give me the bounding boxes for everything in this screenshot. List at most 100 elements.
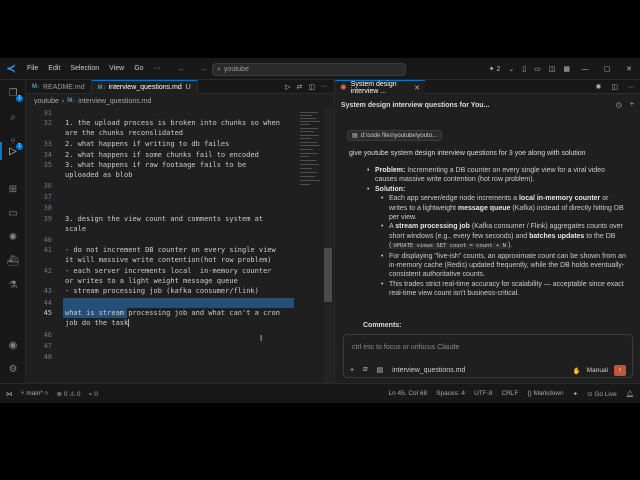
input-right-controls: ✋ Manual ↑	[573, 365, 626, 376]
copilot-status-icon[interactable]: ✦	[573, 390, 578, 398]
code-line: 47	[26, 341, 296, 351]
copilot-count: 2	[496, 66, 501, 73]
run-debug-icon[interactable]: ▷	[4, 142, 22, 160]
menu-selection[interactable]: Selection	[65, 65, 104, 72]
minimap[interactable]	[298, 108, 322, 383]
close-icon[interactable]: ✕	[622, 65, 636, 73]
line-number: 35	[43, 161, 52, 169]
docker-icon[interactable]: ⛴	[4, 252, 22, 270]
command-center-search[interactable]: ⌕ youtube	[212, 63, 406, 76]
input-toolbar: + ⧄ ▤ interview_questions.md	[350, 366, 465, 374]
tab-claude-chat[interactable]: ✺ System design interview ... ✕	[335, 80, 425, 95]
history-icon[interactable]: ◷	[616, 101, 622, 109]
compare-icon[interactable]: ⇄	[297, 83, 303, 91]
line-number: 42	[43, 267, 52, 275]
maximize-icon[interactable]: ▢	[600, 65, 614, 73]
text-bold: local in-memory counter	[518, 195, 601, 203]
minimize-icon[interactable]: —	[578, 66, 592, 73]
language-mode[interactable]: {} Markdown	[527, 390, 563, 398]
branch-indicator[interactable]: ⑂ main* ⟳	[21, 390, 49, 398]
minimap-line	[300, 145, 320, 146]
conversation-title[interactable]: System design interview questions for Yo…	[341, 102, 489, 109]
layout-split-icon[interactable]: ◫	[549, 65, 556, 73]
notifications-bell-icon[interactable]: 🔔︎	[626, 390, 634, 398]
more-actions-icon[interactable]: ···	[628, 84, 635, 91]
tab-label: README.md	[43, 83, 85, 91]
explorer-icon[interactable]: ❐ 1	[4, 84, 23, 102]
line-text: - stream processing job (kafka consumer/…	[65, 287, 259, 295]
nav-back-forward-icon[interactable]: ← →	[178, 64, 214, 73]
language-label: Markdown	[533, 389, 564, 397]
line-text: - each server increments local in-memory…	[65, 267, 272, 275]
panel-actions: ✺ ◫ ···	[596, 80, 636, 94]
split-editor-icon[interactable]: ◫	[611, 83, 618, 91]
remote-icon[interactable]: ⋈	[6, 390, 13, 398]
code-editor[interactable]: 31 32 1. the upload process is broken int…	[26, 108, 296, 383]
layout-sidebar-icon[interactable]: ▯	[522, 65, 526, 73]
activity-bar: ❐ 1 ⌕ ⑂ 1 ▷ ⊞ ▭ ✺ ⛴ ⚗ ◉ ⚙	[0, 80, 26, 383]
code-line: 31	[26, 108, 296, 118]
menu-edit[interactable]: Edit	[43, 65, 65, 72]
line-number: 44	[43, 299, 52, 307]
testing-icon[interactable]: ⚗	[4, 276, 22, 294]
chat-input[interactable]: ctrl esc to focus or unfocus Claude + ⧄ …	[343, 334, 633, 378]
line-text-with-cursor: job do the task	[65, 318, 130, 328]
menu-more-icon[interactable]: ···	[149, 65, 166, 72]
tab-label: interview_questions.md	[108, 84, 182, 91]
close-icon[interactable]: ✕	[414, 84, 420, 92]
menu-view[interactable]: View	[104, 65, 129, 72]
tab-readme[interactable]: M↓ README.md	[26, 80, 92, 94]
breadcrumb-folder[interactable]: youtube	[34, 98, 59, 105]
mode-selector[interactable]: Manual	[587, 367, 608, 374]
menu-go[interactable]: Go	[129, 65, 148, 72]
line-text: 3. what happens if raw footaage fails to…	[65, 161, 247, 169]
minimap-line	[300, 131, 314, 132]
input-file-label[interactable]: interview_questions.md	[392, 367, 465, 374]
account-icon[interactable]: ◉	[4, 336, 22, 354]
more-actions-icon[interactable]: ···	[321, 83, 328, 90]
add-attachment-icon[interactable]: +	[350, 367, 354, 374]
list-item: Problem: Incrementing a DB counter on ev…	[365, 166, 627, 185]
text-bold: batches updates	[529, 232, 585, 240]
claude-logo-icon[interactable]: ✺	[596, 83, 602, 91]
warning-count: 0	[76, 390, 81, 398]
cursor-position[interactable]: Ln 45, Col 68	[388, 390, 427, 398]
problems-indicator[interactable]: ⊗ 0 ⚠ 0	[57, 390, 81, 398]
conversation-actions: ◷ +	[616, 101, 634, 109]
copilot-icon[interactable]: ✦ 2	[489, 65, 501, 73]
go-live-button[interactable]: ⊙ Go Live	[587, 390, 617, 398]
menu-file[interactable]: File	[22, 65, 43, 72]
problem-text: Incrementing a DB counter on every singl…	[375, 167, 605, 184]
encoding[interactable]: UTF-8	[474, 390, 492, 398]
layout-customize-icon[interactable]: ▦	[563, 65, 570, 73]
new-chat-icon[interactable]: +	[630, 101, 634, 109]
vertical-scrollbar-thumb[interactable]	[324, 248, 332, 302]
code-line: it will massive write contention(hot row…	[26, 255, 296, 265]
run-icon[interactable]: ▷	[285, 83, 290, 91]
vertical-scrollbar-track[interactable]	[324, 108, 332, 383]
minimap-line	[300, 128, 318, 129]
tab-interview-questions[interactable]: M↓ interview_questions.md U	[91, 80, 198, 94]
send-button[interactable]: ↑	[614, 365, 626, 376]
layout-panel-icon[interactable]: ▭	[534, 65, 541, 73]
indentation[interactable]: Spaces: 4	[436, 390, 465, 398]
ports-icon[interactable]: ⌁ 0	[89, 390, 98, 398]
minimap-line	[300, 160, 316, 161]
claude-icon[interactable]: ✺	[4, 228, 22, 246]
line-text: uploaded as blob	[65, 171, 133, 179]
text-bold: stream processing job	[395, 223, 470, 231]
extensions-icon[interactable]: ⊞	[4, 180, 22, 198]
chevron-down-icon[interactable]: ⌄	[508, 65, 514, 73]
breadcrumb-file[interactable]: interview_questions.md	[78, 98, 151, 105]
remote-explorer-icon[interactable]: ▭	[4, 204, 22, 222]
slash-command-icon[interactable]: ⧄	[363, 366, 367, 374]
code-line: are the chunks reconslidated	[26, 128, 296, 138]
file-context-chip[interactable]: ▤ d:\code files\youtube\youto...	[347, 130, 443, 141]
minimap-line	[300, 118, 316, 119]
minimap-line	[300, 138, 311, 139]
settings-gear-icon[interactable]: ⚙	[4, 360, 22, 378]
search-icon[interactable]: ⌕	[4, 108, 22, 126]
line-ending[interactable]: CRLF	[501, 390, 518, 398]
minimap-line	[300, 142, 317, 143]
split-editor-icon[interactable]: ◫	[308, 83, 315, 91]
